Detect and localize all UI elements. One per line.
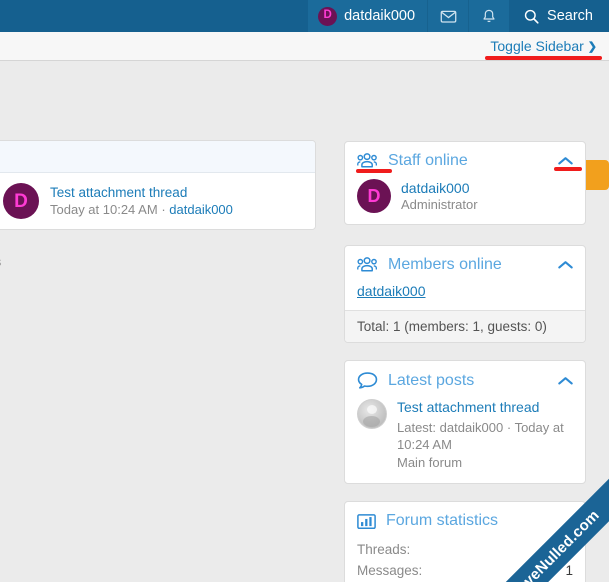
annotation-underline-staff-collapse xyxy=(554,167,582,171)
members-online-member-link[interactable]: datdaik000 xyxy=(345,283,585,310)
thread-list-row[interactable]: D Test attachment thread Today at 10:24 … xyxy=(0,173,315,229)
staff-online-title[interactable]: Staff online xyxy=(388,152,556,170)
nav-user-menu[interactable]: D datdaik000 xyxy=(308,0,428,32)
stat-value-messages: 1 xyxy=(565,563,573,578)
thread-author-avatar: D xyxy=(3,183,39,219)
members-online-collapse-toggle[interactable] xyxy=(556,256,574,274)
latest-posts-header: Latest posts xyxy=(345,361,585,399)
left-stat-label: ssages xyxy=(0,254,1,269)
annotation-underline-toggle-sidebar xyxy=(485,56,602,60)
thread-list-header xyxy=(0,141,315,173)
members-online-total: Total: 1 (members: 1, guests: 0) xyxy=(345,310,585,342)
alerts-button[interactable] xyxy=(468,0,510,32)
forum-statistics-header: Forum statistics xyxy=(345,502,585,539)
users-icon xyxy=(357,153,378,169)
stat-label-threads: Threads: xyxy=(357,542,411,557)
annotation-underline-staff-icon xyxy=(356,169,392,173)
chevron-right-icon: ❯ xyxy=(587,40,597,53)
latest-posts-block: Latest posts Test attachment thread Late… xyxy=(344,360,586,485)
toggle-sidebar-link[interactable]: Toggle Sidebar ❯ xyxy=(490,38,609,54)
top-navigation-bar: D datdaik000 Search xyxy=(0,0,609,32)
thread-meta: Test attachment thread Today at 10:24 AM… xyxy=(50,185,233,217)
nav-user-avatar: D xyxy=(318,6,338,26)
members-online-header: Members online xyxy=(345,246,585,283)
search-label: Search xyxy=(547,8,593,24)
latest-post-info: Test attachment thread Latest: datdaik00… xyxy=(397,399,573,471)
forum-statistics-row: Messages: 1 xyxy=(345,560,585,581)
bell-icon xyxy=(483,9,495,22)
staff-online-header: Staff online xyxy=(345,142,585,179)
thread-title-link[interactable]: Test attachment thread xyxy=(50,185,233,200)
chart-bar-icon xyxy=(357,513,376,530)
inbox-button[interactable] xyxy=(427,0,469,32)
search-icon xyxy=(524,9,539,24)
thread-author-link[interactable]: datdaik000 xyxy=(169,202,233,217)
page-root: D datdaik000 Search Toggle Sidebar ❯ D T… xyxy=(0,0,609,582)
latest-post-item[interactable]: Test attachment thread Latest: datdaik00… xyxy=(345,399,585,483)
content-area: D Test attachment thread Today at 10:24 … xyxy=(0,61,609,582)
thread-list-block: D Test attachment thread Today at 10:24 … xyxy=(0,140,316,230)
chevron-up-icon xyxy=(557,157,573,165)
latest-posts-title[interactable]: Latest posts xyxy=(388,372,556,390)
staff-member-info: datdaik000 Administrator xyxy=(401,180,478,212)
thread-time: Today at 10:24 AM xyxy=(50,202,158,217)
forum-statistics-title[interactable]: Forum statistics xyxy=(386,512,574,530)
stat-value-threads: 1 xyxy=(565,542,573,557)
latest-posts-collapse-toggle[interactable] xyxy=(556,372,574,390)
members-online-title[interactable]: Members online xyxy=(388,256,556,274)
latest-post-avatar xyxy=(357,399,387,429)
stat-label-messages: Messages: xyxy=(357,563,423,578)
staff-member-role: Administrator xyxy=(401,197,478,212)
staff-member-name[interactable]: datdaik000 xyxy=(401,180,478,196)
envelope-icon xyxy=(440,10,456,23)
toggle-sidebar-label: Toggle Sidebar xyxy=(490,38,584,54)
latest-post-forum: Main forum xyxy=(397,454,463,470)
comment-icon xyxy=(357,371,378,390)
users-icon xyxy=(357,257,378,273)
staff-online-block: Staff online D datdaik000 Administrator xyxy=(344,141,586,225)
forum-statistics-row: Threads: 1 xyxy=(345,539,585,560)
chevron-up-icon xyxy=(557,261,573,269)
latest-post-meta: Latest: datdaik000 · Today at 10:24 AM xyxy=(397,419,564,453)
chevron-up-icon xyxy=(557,376,573,384)
nav-username-label: datdaik000 xyxy=(344,8,416,24)
thread-separator: · xyxy=(161,202,166,217)
staff-member-avatar: D xyxy=(357,179,391,213)
search-button[interactable]: Search xyxy=(509,0,609,32)
forum-statistics-block: Forum statistics Threads: 1 Messages: 1 xyxy=(344,501,586,582)
staff-online-member-row[interactable]: D datdaik000 Administrator xyxy=(345,179,585,224)
thread-subline: Today at 10:24 AM · datdaik000 xyxy=(50,202,233,217)
members-online-block: Members online datdaik000 Total: 1 (memb… xyxy=(344,245,586,343)
latest-post-title-link[interactable]: Test attachment thread xyxy=(397,399,573,417)
left-content-column: D Test attachment thread Today at 10:24 … xyxy=(0,140,316,269)
